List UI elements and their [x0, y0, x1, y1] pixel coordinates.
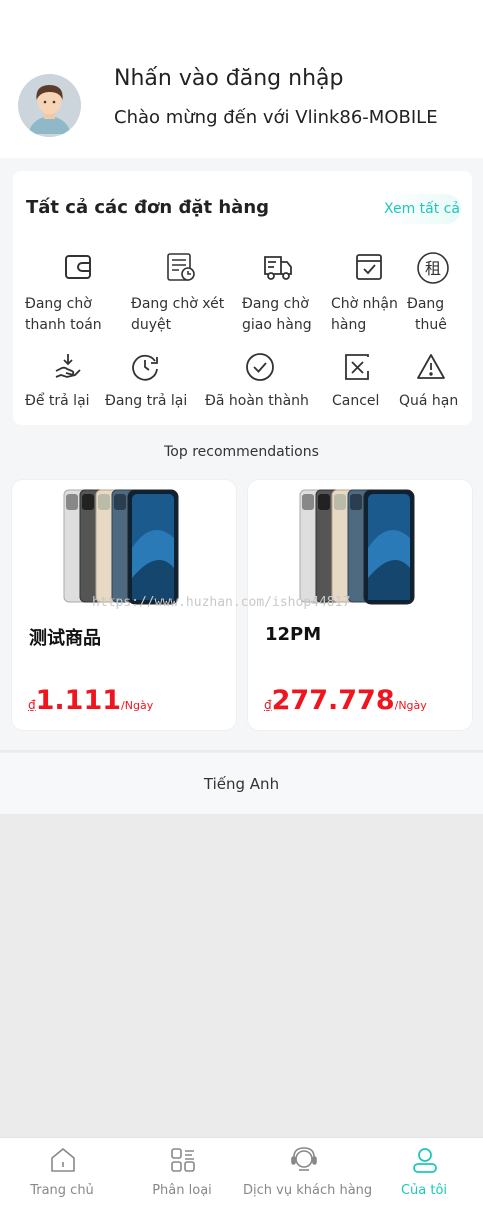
tab-customer-service[interactable]: Dịch vụ khách hàng [243, 1138, 373, 1208]
watermark-text: https://www.huzhan.com/ishop44817 [92, 595, 351, 610]
tab-home[interactable]: Trang chủ [2, 1138, 122, 1208]
rent-icon: 租 [417, 252, 449, 284]
status-label: Để trả lại [25, 393, 90, 409]
price-unit: /Ngày [121, 699, 154, 712]
welcome-text: Chào mừng đến với Vlink86-MOBILE [114, 107, 438, 128]
category-icon [171, 1148, 195, 1172]
price-unit: /Ngày [394, 699, 427, 712]
user-avatar-icon[interactable] [18, 74, 81, 137]
status-label: giao hàng [242, 317, 312, 333]
product-price: ₫277.778/Ngày [264, 685, 427, 716]
status-completed[interactable]: Đã hoàn thành [205, 351, 315, 409]
status-label: Đang [407, 296, 445, 312]
recommendations-title: Top recommendations [164, 444, 319, 460]
status-label: thuê [415, 317, 447, 333]
headset-icon [291, 1147, 317, 1171]
view-all-orders-button[interactable]: Xem tất cả [383, 194, 461, 224]
svg-text:租: 租 [425, 259, 441, 278]
status-label: Đang chờ [25, 296, 92, 312]
warning-icon [417, 354, 445, 379]
status-renting[interactable]: 租 Đang thuê [404, 251, 464, 333]
status-returning[interactable]: Đang trả lại [105, 351, 205, 409]
status-label: Quá hạn [399, 393, 459, 409]
tab-label: Của tôi [400, 1183, 448, 1198]
status-overdue[interactable]: Quá hạn [399, 351, 465, 409]
wallet-icon [65, 255, 91, 279]
product-image [299, 489, 415, 605]
status-pending-payment[interactable]: Đang chờ thanh toán [25, 251, 125, 333]
price-currency: ₫ [28, 698, 36, 712]
review-document-icon [167, 253, 195, 281]
product-name: 测试商品 [29, 628, 101, 649]
price-amount: 277.778 [271, 685, 395, 716]
status-to-return[interactable]: Để trả lại [25, 351, 105, 409]
status-pending-delivery[interactable]: Đang chờ giao hàng [229, 251, 329, 333]
status-label: hàng [331, 317, 367, 333]
language-label: Tiếng Anh [203, 775, 280, 793]
status-label: Đã hoàn thành [205, 393, 309, 409]
product-image [63, 489, 179, 605]
status-pending-review[interactable]: Đang chờ xét duyệt [131, 251, 231, 333]
status-cancel[interactable]: Cancel [332, 351, 392, 409]
status-awaiting-receipt[interactable]: Chờ nhận hàng [331, 251, 403, 333]
tab-label: Phân loại [152, 1183, 212, 1198]
cancel-icon [345, 354, 369, 380]
tab-label: Trang chủ [30, 1183, 94, 1198]
bottom-tab-bar: Trang chủ Phân loại Dịch vụ khách hàng C… [0, 1137, 483, 1208]
status-label: duyệt [131, 317, 172, 333]
check-circle-icon [246, 353, 274, 381]
orders-card: Tất cả các đơn đặt hàng Xem tất cả Đang … [13, 171, 472, 425]
user-icon [413, 1148, 437, 1173]
home-icon [51, 1148, 75, 1172]
receive-box-icon [356, 254, 382, 280]
status-label: Cancel [332, 393, 380, 409]
status-label: Đang trả lại [105, 393, 188, 409]
price-amount: 1.111 [35, 685, 122, 716]
recommendations-section: Top recommendations 测试商品 ₫1.111/Ngày 12P… [0, 434, 483, 750]
orders-section: Tất cả các đơn đặt hàng Xem tất cả Đang … [0, 158, 483, 434]
product-name: 12PM [265, 624, 322, 645]
price-currency: ₫ [264, 698, 272, 712]
status-label: Đang chờ [242, 296, 309, 312]
status-label: thanh toán [25, 317, 102, 333]
delivery-truck-icon [264, 256, 292, 280]
clock-return-icon [132, 354, 158, 381]
login-prompt[interactable]: Nhấn vào đăng nhập [114, 66, 343, 91]
tab-category[interactable]: Phân loại [122, 1138, 242, 1208]
product-price: ₫1.111/Ngày [28, 685, 153, 716]
tab-label: Dịch vụ khách hàng [243, 1183, 373, 1198]
profile-header[interactable]: Nhấn vào đăng nhập Chào mừng đến với Vli… [0, 0, 483, 158]
status-label: Chờ nhận [331, 296, 398, 312]
tab-mine[interactable]: Của tôi [364, 1138, 483, 1208]
status-label: Đang chờ xét [131, 296, 225, 312]
return-hand-icon [55, 354, 81, 378]
language-selector[interactable]: Tiếng Anh [0, 752, 483, 814]
orders-title: Tất cả các đơn đặt hàng [26, 197, 270, 218]
